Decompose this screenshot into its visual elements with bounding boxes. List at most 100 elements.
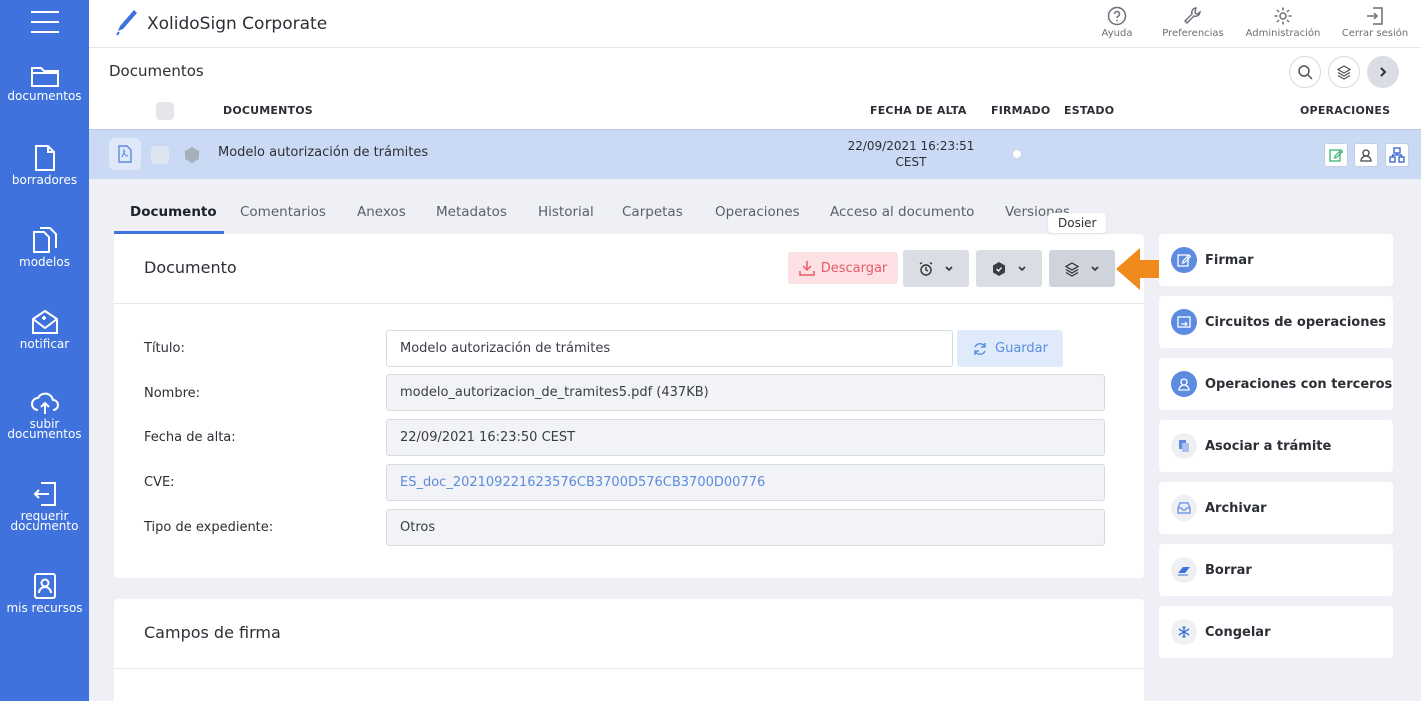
- search-button[interactable]: [1289, 56, 1321, 88]
- alarm-icon: [919, 261, 933, 276]
- refresh-icon: [974, 342, 986, 355]
- action-congelar[interactable]: Congelar: [1159, 606, 1393, 658]
- chevron-right-icon: [1380, 67, 1387, 77]
- help-button[interactable]: Ayuda: [1095, 6, 1139, 39]
- tab-comentarios[interactable]: Comentarios: [240, 204, 326, 220]
- tab-acceso-documento[interactable]: Acceso al documento: [830, 204, 974, 220]
- signed-indicator: [1012, 149, 1022, 159]
- row-checkbox[interactable]: [151, 146, 169, 164]
- document-tabs: Documento Comentarios Anexos Metadatos H…: [114, 190, 1074, 234]
- sidebar-item-subir-documentos[interactable]: subir documentos: [0, 390, 89, 441]
- download-button[interactable]: Descargar: [788, 252, 898, 284]
- pen-logo-icon: [116, 10, 137, 36]
- download-icon: [798, 261, 815, 276]
- card-title: Documento: [144, 258, 237, 277]
- tab-operaciones[interactable]: Operaciones: [715, 204, 800, 220]
- sidebar-item-label: documento: [10, 519, 79, 533]
- help-icon: [1107, 6, 1127, 26]
- row-document-title[interactable]: Modelo autorización de trámites: [218, 145, 428, 160]
- sidebar-item-mis-recursos[interactable]: mis recursos: [0, 572, 89, 615]
- tab-carpetas[interactable]: Carpetas: [622, 204, 683, 220]
- draft-icon: [34, 145, 55, 171]
- sidebar-item-notificar[interactable]: notificar: [0, 308, 89, 351]
- logout-button[interactable]: Cerrar sesión: [1339, 6, 1411, 39]
- alarm-dropdown-button[interactable]: [903, 250, 969, 287]
- tab-metadatos[interactable]: Metadatos: [436, 204, 507, 220]
- field-label-tipo-expediente: Tipo de expediente:: [144, 520, 274, 535]
- seal-icon: [993, 261, 1005, 276]
- chevron-down-icon: [945, 265, 953, 271]
- save-button[interactable]: Guardar: [957, 330, 1063, 367]
- action-circuitos-operaciones[interactable]: Circuitos de operaciones: [1159, 296, 1393, 348]
- column-header-firmado[interactable]: FIRMADO: [991, 104, 1050, 117]
- eraser-icon: [1171, 557, 1197, 583]
- sidebar-item-modelos[interactable]: modelos: [0, 226, 89, 268]
- administration-button[interactable]: Administración: [1243, 6, 1323, 39]
- divider: [114, 668, 1144, 669]
- tab-anexos[interactable]: Anexos: [357, 204, 406, 220]
- table-row[interactable]: Modelo autorización de trámites 22/09/20…: [89, 129, 1421, 179]
- gear-icon: [1274, 7, 1292, 25]
- action-archivar[interactable]: Archivar: [1159, 482, 1393, 534]
- field-label-fecha-alta: Fecha de alta:: [144, 430, 236, 445]
- action-firmar[interactable]: Firmar: [1159, 234, 1393, 286]
- card-title: Campos de firma: [144, 623, 281, 642]
- action-asociar-tramite[interactable]: Asociar a trámite: [1159, 420, 1393, 472]
- associate-files-icon: [1171, 433, 1197, 459]
- contacts-book-icon: [33, 573, 56, 599]
- workflow-operation-button[interactable]: [1385, 143, 1409, 167]
- column-header-operaciones: OPERACIONES: [1300, 104, 1391, 117]
- file-type-field: Otros: [386, 509, 1105, 546]
- column-header-documentos[interactable]: DOCUMENTOS: [223, 104, 313, 117]
- seal-dropdown-button[interactable]: [976, 250, 1042, 287]
- next-button[interactable]: [1367, 56, 1399, 88]
- sidebar-item-label: notificar: [19, 337, 70, 351]
- dosier-tooltip: Dosier: [1048, 213, 1107, 233]
- column-header-fecha[interactable]: FECHA DE ALTA: [870, 104, 967, 117]
- page-title: Documentos: [109, 62, 204, 80]
- sidebar-item-requerir-documento[interactable]: requerir documento: [0, 480, 89, 533]
- select-all-checkbox[interactable]: [156, 102, 174, 120]
- snowflake-icon: [1171, 619, 1197, 645]
- date-field: 22/09/2021 16:23:50 CEST: [386, 419, 1105, 456]
- action-operaciones-terceros[interactable]: Operaciones con terceros: [1159, 358, 1393, 410]
- third-party-user-icon: [1171, 371, 1197, 397]
- sidebar-item-label: documentos: [7, 427, 82, 441]
- chevron-down-icon: [1091, 265, 1099, 271]
- request-document-icon: [33, 482, 56, 506]
- sign-icon: [1171, 247, 1197, 273]
- workflow-icon: [1389, 147, 1405, 163]
- dosier-layers-icon: [1064, 261, 1080, 277]
- sidebar-item-label: mis recursos: [6, 601, 83, 615]
- folder-icon: [30, 67, 59, 87]
- seal-badge-icon: [185, 147, 199, 163]
- layers-button[interactable]: [1328, 56, 1360, 88]
- dosier-dropdown-button[interactable]: [1049, 250, 1115, 287]
- documents-list-header: Documentos DOCUMENTOS FECHA DE ALTA FIRM…: [89, 48, 1421, 129]
- tab-historial[interactable]: Historial: [538, 204, 594, 220]
- chevron-down-icon: [1018, 265, 1026, 271]
- field-label-cve: CVE:: [144, 475, 175, 490]
- title-input[interactable]: Modelo autorización de trámites: [386, 330, 953, 367]
- app-brand-title: XolidoSign Corporate: [147, 14, 328, 34]
- sidebar-item-label: borradores: [11, 173, 78, 187]
- menu-icon[interactable]: [31, 11, 59, 33]
- search-icon: [1298, 65, 1313, 80]
- sidebar-item-borradores[interactable]: borradores: [0, 144, 89, 187]
- archive-tray-icon: [1171, 495, 1197, 521]
- templates-icon: [32, 227, 57, 253]
- action-borrar[interactable]: Borrar: [1159, 544, 1393, 596]
- sidebar-item-documentos[interactable]: documentos: [0, 64, 89, 103]
- edit-icon: [1329, 149, 1343, 162]
- divider: [114, 303, 1144, 304]
- signature-fields-card: Campos de firma: [114, 599, 1144, 701]
- wrench-icon: [1184, 7, 1201, 24]
- preferences-button[interactable]: Preferencias: [1159, 6, 1227, 39]
- tab-documento[interactable]: Documento: [130, 204, 217, 220]
- cve-link[interactable]: ES_doc_202109221623576CB3700D576CB3700D0…: [386, 464, 1105, 501]
- edit-operation-button[interactable]: [1324, 143, 1348, 167]
- sidebar-item-label: documentos: [7, 89, 82, 103]
- user-operation-button[interactable]: [1354, 143, 1378, 167]
- circuit-icon: [1171, 309, 1197, 335]
- column-header-estado[interactable]: ESTADO: [1064, 104, 1114, 117]
